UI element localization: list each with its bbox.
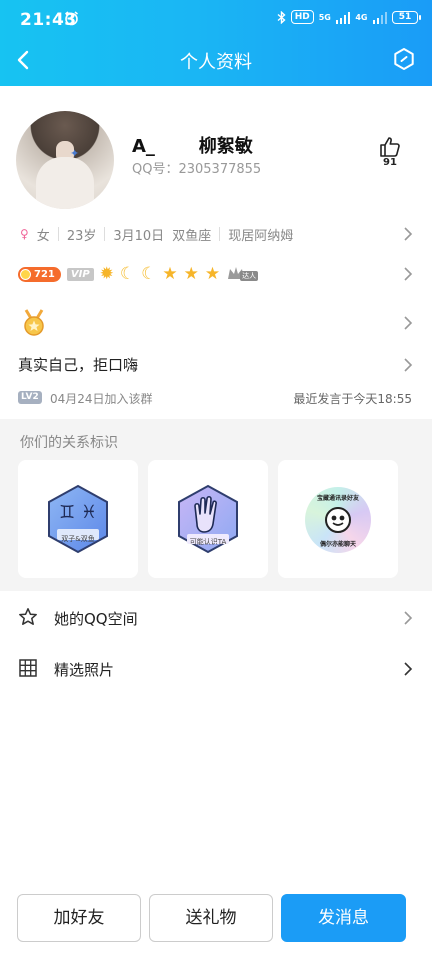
vip-badge: VIP (66, 267, 94, 281)
badges-row[interactable]: 721 VIP ✹ ☾ ☾ ★ ★ ★ 达人 (0, 262, 432, 286)
signal-bars-icon (335, 11, 351, 24)
chevron-right-icon (404, 662, 413, 676)
medal-icon[interactable] (20, 308, 48, 338)
profile-name: A_ 柳絮敏 (132, 136, 253, 157)
bow-icon: ✦ (70, 147, 80, 160)
battery-indicator: 51 (392, 10, 421, 24)
network-4g-label: 4G (355, 12, 368, 22)
add-friend-button[interactable]: 加好友 (17, 894, 141, 942)
gender: 女 (36, 228, 50, 244)
alarm-icon (65, 11, 78, 26)
group-level-badge: LV2 (18, 391, 42, 404)
relation-card-contact[interactable]: 宝藏通讯录好友 偶尔亦能聊天 (278, 460, 398, 578)
birthday: 3月10日 (113, 228, 165, 244)
star-icon: ★ (162, 264, 178, 284)
moon-icon: ☾ (141, 264, 157, 284)
relation-card-may-know[interactable]: 可能认识TA (148, 460, 268, 578)
svg-text:♊ ♓: ♊ ♓ (59, 502, 97, 523)
chevron-right-icon[interactable] (402, 358, 414, 372)
last-speak-time: 最近发言于今天18:55 (293, 392, 412, 406)
zodiac: 双鱼座 (172, 228, 212, 244)
star-icon: ★ (183, 264, 199, 284)
level-coin-badge: 721 (18, 266, 61, 282)
sun-icon: ✹ (99, 264, 114, 284)
relationship-title: 你们的关系标识 (20, 435, 118, 451)
group-join-date: 04月24日加入该群 (50, 392, 153, 406)
star-icon: ★ (204, 264, 221, 284)
star-icon (19, 608, 37, 625)
female-icon: ♀ (20, 227, 29, 241)
send-gift-button[interactable]: 送礼物 (149, 894, 273, 942)
crown-tag-icon: 达人 (226, 265, 262, 283)
chevron-right-icon[interactable] (402, 316, 414, 330)
residence: 现居阿纳姆 (228, 228, 294, 244)
relation-label: 双子&双鱼 (61, 535, 95, 543)
status-bar: 21:43 HD 5G 4G 51 (0, 0, 432, 38)
qzone-row[interactable]: 她的QQ空间 (0, 593, 432, 643)
header: 21:43 HD 5G 4G 51 个人资料 (0, 0, 432, 86)
age: 23岁 (66, 228, 97, 244)
smiley-badge-icon: 宝藏通讯录好友 偶尔亦能聊天 (305, 487, 371, 553)
moon-icon: ☾ (119, 264, 136, 284)
photos-label: 精选照片 (54, 661, 115, 679)
chevron-right-icon (404, 267, 413, 281)
hd-badge: HD (290, 10, 314, 24)
bluetooth-icon (277, 10, 286, 24)
basic-info-row[interactable]: ♀ 女 23岁 3月10日 双鱼座 现居阿纳姆 (0, 222, 432, 246)
qq-number: QQ号：2305377855 (132, 162, 262, 177)
relation-card-zodiac[interactable]: ♊ ♓ 双子&双鱼 (18, 460, 138, 578)
like-count: 91 (383, 157, 397, 168)
send-message-button[interactable]: 发消息 (281, 894, 406, 942)
network-5g-label: 5G (318, 12, 331, 22)
photos-row[interactable]: 精选照片 (0, 644, 432, 694)
page-title: 个人资料 (180, 52, 252, 73)
signature-text[interactable]: 真实自己，拒口嗨 (18, 354, 138, 375)
avatar[interactable]: ✦ (16, 111, 114, 209)
relation-label: 可能认识TA (189, 538, 227, 546)
hexagon-settings-icon[interactable] (392, 47, 416, 71)
chevron-right-icon (404, 611, 413, 625)
thumbs-up-icon[interactable] (378, 135, 402, 159)
coin-icon (20, 268, 31, 280)
group-info-row: LV2 04月24日加入该群 最近发言于今天18:55 (0, 388, 432, 408)
signal-bars-icon (372, 11, 387, 24)
grid-icon (19, 659, 37, 677)
system-indicators: HD 5G 4G 51 (277, 10, 421, 24)
qzone-label: 她的QQ空间 (54, 610, 138, 628)
chevron-right-icon (404, 227, 413, 241)
